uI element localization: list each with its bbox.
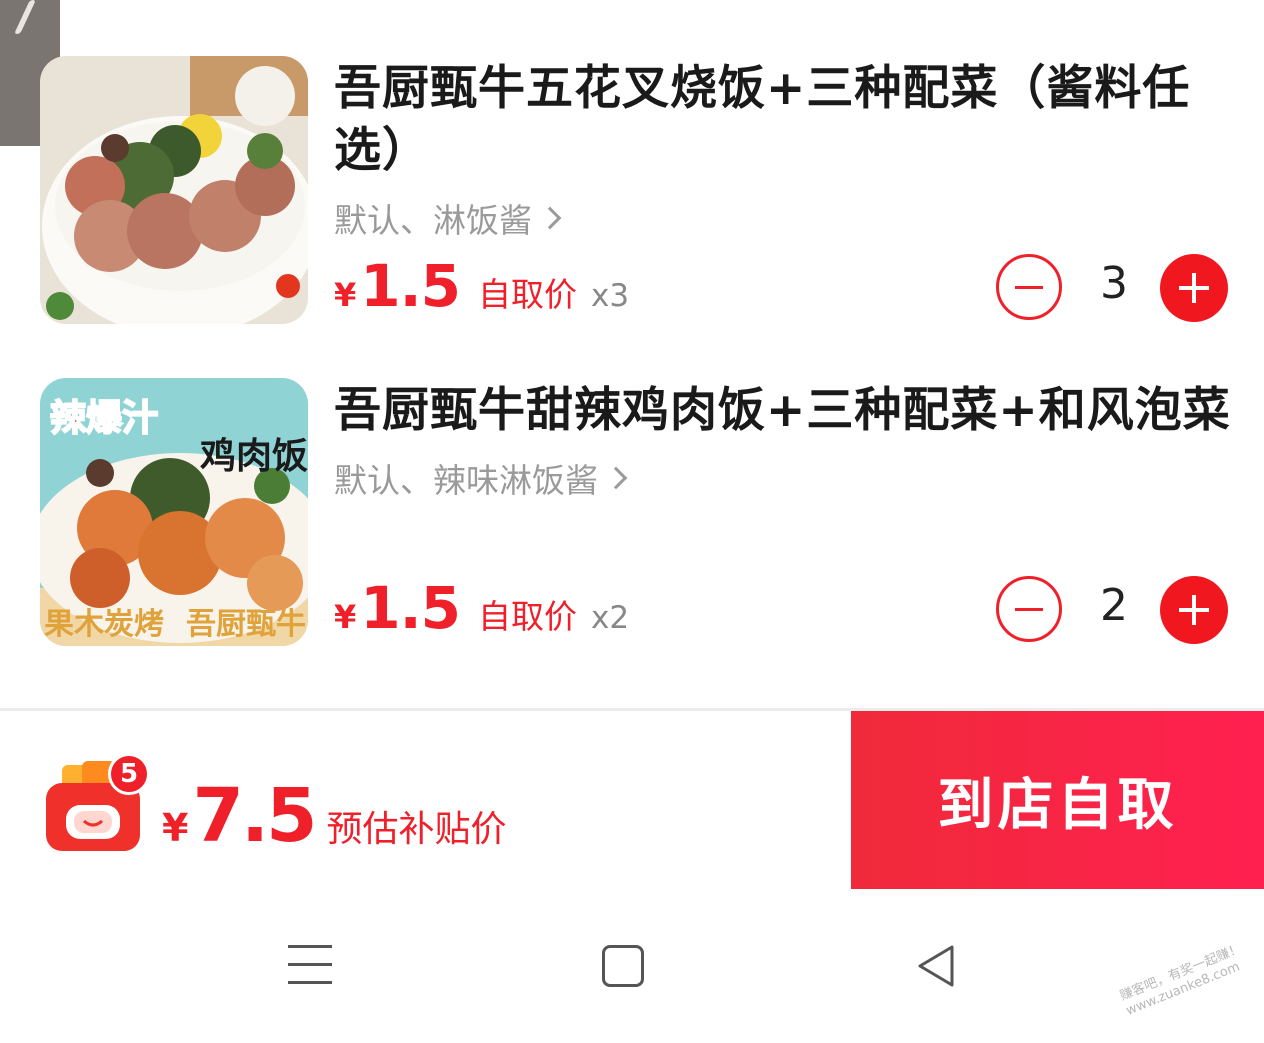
thumb-text: 果木炭烤 (44, 607, 164, 642)
bowl-pork-rice-image (40, 56, 308, 324)
product-image[interactable]: 辣爆汁 鸡肉饭 果木炭烤 吾厨甄牛 (40, 378, 308, 646)
quantity-stepper: 3 (996, 254, 1230, 322)
total-price: ¥ 7.5 预估补贴价 (162, 773, 507, 859)
currency-symbol: ¥ (334, 598, 357, 636)
menu-icon[interactable] (288, 945, 332, 985)
price-row: ¥ 1.5 自取价 x2 (334, 574, 629, 642)
item-multiplier: x3 (591, 278, 630, 314)
item-price: 1.5 (360, 574, 461, 642)
currency-symbol: ¥ (162, 806, 189, 850)
price-label: 自取价 (478, 597, 578, 636)
bowl-chicken-rice-image: 辣爆汁 鸡肉饭 果木炭烤 吾厨甄牛 (40, 378, 308, 646)
chevron-right-icon (538, 206, 562, 230)
quantity-stepper: 2 (996, 576, 1230, 644)
pickup-checkout-button[interactable]: 到店自取 (851, 711, 1264, 889)
back-icon[interactable] (914, 943, 956, 989)
item-title: 吾厨甄牛甜辣鸡肉饭+三种配菜+和风泡菜 (334, 383, 1231, 438)
item-spec-selector[interactable]: 默认、辣味淋饭酱 (334, 454, 628, 502)
cart-item: 吾厨甄牛五花叉烧饭+三种配菜（酱料任选） 默认、淋饭酱 ¥ 1.5 自取价 x3… (0, 56, 1264, 326)
home-icon[interactable] (602, 945, 644, 987)
cart-item: 辣爆汁 鸡肉饭 果木炭烤 吾厨甄牛 吾厨甄牛甜辣鸡肉饭+三种配菜+和风泡菜 默认… (0, 378, 1264, 648)
item-spec-text: 默认、淋饭酱 (334, 201, 532, 240)
chevron-right-icon (604, 466, 628, 490)
total-label: 预估补贴价 (326, 809, 507, 850)
quantity-value: 3 (1100, 258, 1128, 309)
item-spec-text: 默认、辣味淋饭酱 (334, 461, 598, 500)
item-title: 吾厨甄牛五花叉烧饭+三种配菜（酱料任选） (334, 61, 1191, 178)
thumb-text: 吾厨甄牛 (186, 607, 306, 642)
thumb-text: 鸡肉饭 (200, 436, 308, 477)
price-row: ¥ 1.5 自取价 x3 (334, 252, 629, 320)
decrease-quantity-button[interactable] (996, 576, 1062, 642)
item-spec-selector[interactable]: 默认、淋饭酱 (334, 194, 562, 242)
quantity-value: 2 (1100, 580, 1128, 631)
price-label: 自取价 (478, 275, 578, 314)
decrease-quantity-button[interactable] (996, 254, 1062, 320)
cart-count-badge: 5 (108, 753, 150, 795)
currency-symbol: ¥ (334, 276, 357, 314)
item-multiplier: x2 (591, 600, 630, 636)
thumb-text: 辣爆汁 (50, 398, 158, 439)
total-amount: 7.5 (192, 773, 317, 859)
item-price: 1.5 (360, 252, 461, 320)
increase-quantity-button[interactable] (1160, 576, 1228, 644)
system-navigation-bar (0, 889, 1264, 1043)
product-image[interactable] (40, 56, 308, 324)
increase-quantity-button[interactable] (1160, 254, 1228, 322)
